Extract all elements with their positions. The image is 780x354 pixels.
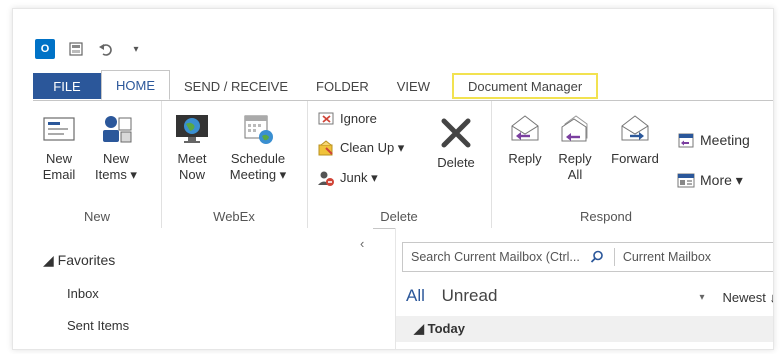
clean-up-label: Clean Up ▾ [340,140,405,155]
search-scope-dropdown[interactable]: Current Mailbox [623,250,711,264]
group-label-webex: WebEx [213,209,255,224]
folder-pane: ‹ ◢ Favorites Inbox Sent Items [33,228,373,349]
sort-controls: ▾ Newest ↓ [700,290,774,305]
folder-sent-items[interactable]: Sent Items [67,318,129,333]
delete-x-icon [438,115,474,151]
collapse-pane-icon[interactable]: ‹ [360,236,364,251]
meeting-button[interactable]: Meeting [677,131,750,149]
group-delete: Ignore Clean Up ▾ Junk ▾ Delete Delete [307,101,492,228]
group-respond: Reply Reply All Forward Meeting More ▾ R… [491,101,773,228]
main-area: ‹ ◢ Favorites Inbox Sent Items Search Cu… [33,228,774,349]
search-input[interactable]: Search Current Mailbox (Ctrl... [403,250,580,264]
new-items-icon [98,111,134,147]
reply-label: Reply [508,151,542,166]
monitor-globe-icon [174,111,210,147]
clean-up-icon [317,139,335,157]
forward-button[interactable]: Forward [605,111,665,167]
group-header-today[interactable]: ◢ Today [396,316,773,342]
schedule-meeting-label: Schedule Meeting ▾ [229,151,287,182]
forward-icon [617,111,653,147]
new-email-icon [41,111,77,147]
group-label-respond: Respond [579,209,633,224]
junk-button[interactable]: Junk ▾ [317,169,378,187]
ribbon-tabs: FILE HOME SEND / RECEIVE FOLDER VIEW Doc… [33,69,599,100]
reply-all-button[interactable]: Reply All [555,111,595,183]
reply-all-label: Reply All [558,151,592,182]
more-icon [677,171,695,189]
ignore-icon [317,109,335,127]
group-new: New Email New Items ▾ New [33,101,162,228]
folder-inbox[interactable]: Inbox [67,286,99,301]
ignore-button[interactable]: Ignore [317,109,377,127]
undo-icon[interactable] [97,40,115,58]
junk-icon [317,169,335,187]
more-respond-button[interactable]: More ▾ [677,171,743,189]
quick-access-toolbar: O ▾ [35,39,145,59]
new-items-button[interactable]: New Items ▾ [87,111,145,183]
filter-all[interactable]: All [406,286,425,305]
new-email-button[interactable]: New Email [37,111,81,183]
group-label-new: New [83,209,110,224]
favorites-header[interactable]: ◢ Favorites [43,252,115,269]
delete-label: Delete [437,155,475,170]
mail-filters: All Unread [406,286,497,306]
meeting-label: Meeting [700,132,750,148]
junk-label: Junk ▾ [340,170,378,185]
sort-dropdown-icon[interactable]: ▾ [700,292,705,303]
reply-button[interactable]: Reply [503,111,547,167]
search-box[interactable]: Search Current Mailbox (Ctrl... Current … [402,242,773,272]
schedule-meeting-button[interactable]: Schedule Meeting ▾ [221,111,295,183]
group-label-delete: Delete [380,209,418,224]
new-items-label: New Items ▾ [95,151,137,182]
reply-icon [507,111,543,147]
mail-list-pane: Search Current Mailbox (Ctrl... Current … [395,228,774,349]
forward-label: Forward [611,151,659,166]
tab-file[interactable]: FILE [33,73,101,99]
search-icon[interactable] [588,250,606,264]
group-webex: Meet Now Schedule Meeting ▾ WebEx [161,101,308,228]
meet-now-button[interactable]: Meet Now [171,111,213,183]
outlook-window: O ▾ FILE HOME SEND / RECEIVE FOLDER VIEW… [12,8,774,350]
meeting-icon [677,131,695,149]
tab-home[interactable]: HOME [101,70,170,100]
tab-document-manager[interactable]: Document Manager [452,73,599,99]
filter-unread[interactable]: Unread [442,286,498,305]
clean-up-button[interactable]: Clean Up ▾ [317,139,404,157]
customize-qat-icon[interactable]: ▾ [127,40,145,58]
delete-button[interactable]: Delete [431,115,481,171]
sort-newest-button[interactable]: Newest ↓ [723,290,773,305]
tab-send-receive[interactable]: SEND / RECEIVE [170,73,302,99]
meet-now-label: Meet Now [177,151,207,182]
reply-all-icon [557,111,593,147]
ribbon: New Email New Items ▾ New Meet Now Sched… [33,100,773,229]
tab-folder[interactable]: FOLDER [302,73,383,99]
ignore-label: Ignore [340,110,377,126]
more-label: More ▾ [700,171,743,188]
outlook-logo-icon: O [35,39,55,59]
search-divider [613,248,615,266]
new-email-label: New Email [42,151,76,182]
send-receive-all-icon[interactable] [67,40,85,58]
tab-view[interactable]: VIEW [383,73,444,99]
calendar-globe-icon [240,111,276,147]
